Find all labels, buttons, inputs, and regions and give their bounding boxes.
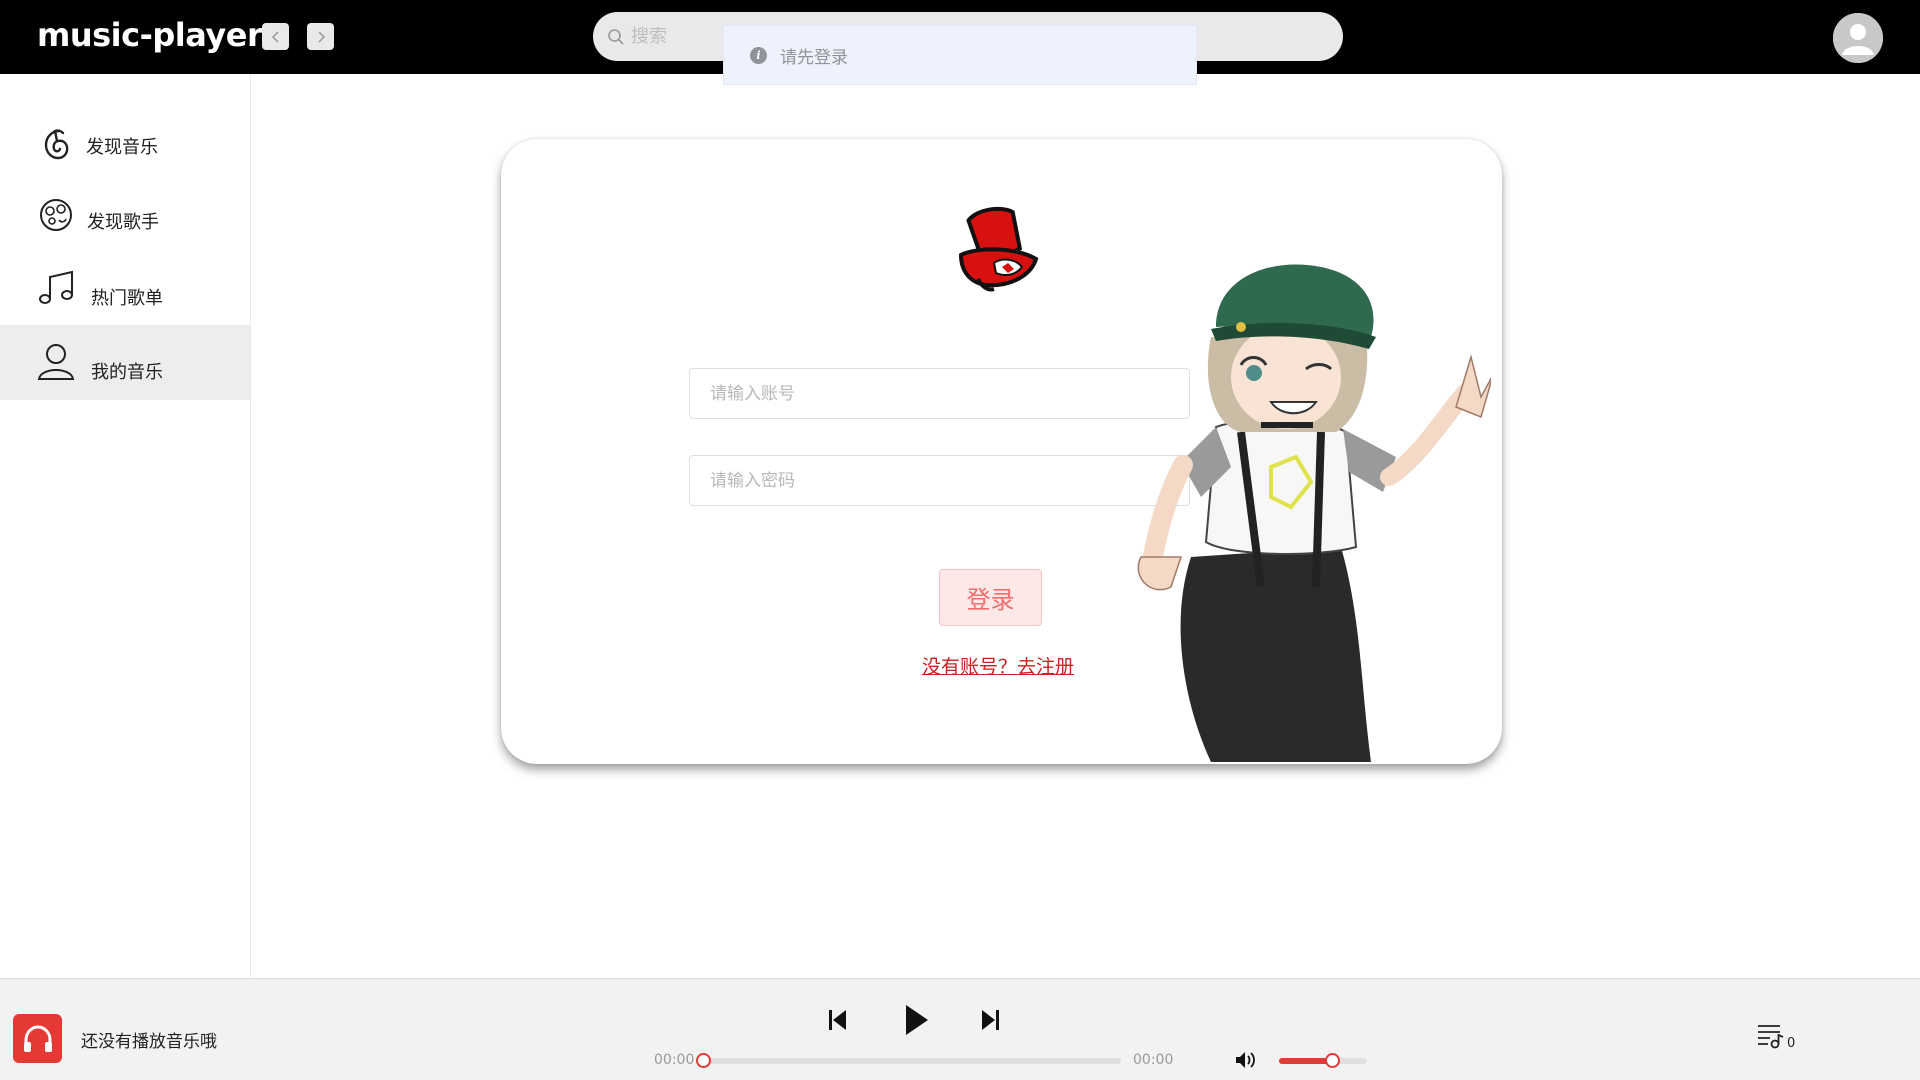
search-icon <box>608 28 624 45</box>
sidebar-item-label: 发现歌手 <box>87 212 159 233</box>
sidebar-item-discover-singers[interactable]: 发现歌手 <box>0 180 250 255</box>
sidebar-item-discover-music[interactable]: 发现音乐 <box>0 105 250 180</box>
login-required-toast: i 请先登录 <box>723 25 1197 85</box>
back-button[interactable] <box>262 23 289 50</box>
sidebar-item-label: 热门歌单 <box>91 288 163 309</box>
current-time: 00:00 <box>654 1052 695 1068</box>
playlist-count: 0 <box>1787 1036 1796 1051</box>
chevron-right-icon <box>317 30 325 43</box>
album-cover[interactable] <box>13 1014 62 1063</box>
total-time: 00:00 <box>1133 1052 1174 1068</box>
netease-music-icon <box>44 129 69 160</box>
forward-button[interactable] <box>307 23 334 50</box>
next-track-button[interactable] <box>980 1009 1000 1031</box>
now-playing-text: 还没有播放音乐哦 <box>81 1032 217 1052</box>
sidebar-item-label: 发现音乐 <box>86 137 158 158</box>
volume-slider[interactable] <box>1279 1053 1367 1068</box>
user-avatar[interactable] <box>1833 13 1883 63</box>
username-field[interactable] <box>689 368 1190 419</box>
chevron-left-icon <box>271 30 279 43</box>
sidebar-item-my-music[interactable]: 我的音乐 <box>0 325 250 400</box>
playlist-icon[interactable] <box>1756 1023 1786 1049</box>
anime-girl-illustration <box>1137 264 1491 762</box>
player-bar: 还没有播放音乐哦 00:00 00:00 0 <box>0 978 1920 1080</box>
login-button[interactable]: 登录 <box>939 569 1042 626</box>
music-note-icon <box>39 270 73 304</box>
password-field[interactable] <box>689 455 1190 506</box>
previous-track-button[interactable] <box>828 1009 848 1031</box>
sidebar-item-label: 我的音乐 <box>91 362 163 383</box>
volume-knob[interactable] <box>1324 1053 1340 1068</box>
app-logo: music-player <box>37 16 263 54</box>
login-card: 登录 没有账号？去注册 <box>501 139 1502 764</box>
user-icon <box>37 344 75 380</box>
headphones-icon <box>23 1024 52 1052</box>
progress-knob[interactable] <box>696 1053 711 1068</box>
user-avatar-icon <box>1833 13 1883 63</box>
progress-bar[interactable] <box>696 1053 1121 1068</box>
phantom-thieves-hat-logo <box>958 206 1039 292</box>
vinyl-face-icon <box>40 199 72 231</box>
volume-level <box>1279 1058 1332 1064</box>
toast-message: 请先登录 <box>780 47 848 68</box>
play-button[interactable] <box>904 1003 930 1037</box>
register-link[interactable]: 没有账号？去注册 <box>922 652 1074 679</box>
info-icon: i <box>750 46 767 64</box>
sidebar-item-hot-playlists[interactable]: 热门歌单 <box>0 255 250 330</box>
volume-icon[interactable] <box>1234 1050 1256 1070</box>
sidebar: 发现音乐 发现歌手 热门歌单 我的音乐 <box>0 74 251 1048</box>
